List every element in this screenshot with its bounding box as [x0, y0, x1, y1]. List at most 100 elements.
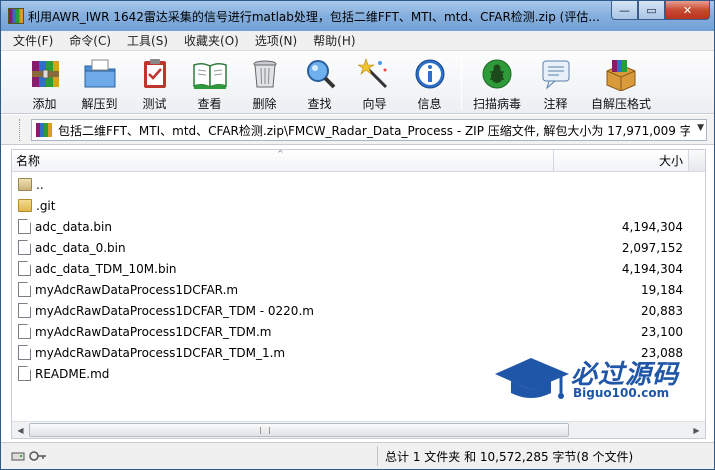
wizard-wand-icon	[357, 56, 393, 91]
menu-tools[interactable]: 工具(S)	[121, 32, 174, 49]
drive-icon	[11, 452, 25, 461]
file-name: ..	[36, 177, 44, 192]
column-size-label: 大小	[658, 154, 683, 168]
find-label: 查找	[307, 97, 332, 111]
parent-folder-icon	[18, 178, 32, 191]
address-path: 包括二维FFT、MTI、mtd、CFAR检测.zip\FMCW_Radar_Da…	[58, 123, 690, 138]
sfx-box-icon	[603, 56, 639, 91]
archive-icon	[36, 123, 52, 137]
file-size: 19,184	[641, 282, 683, 297]
menu-bar: 文件(F) 命令(C) 工具(S) 收藏夹(O) 选项(N) 帮助(H)	[1, 31, 714, 51]
menu-file[interactable]: 文件(F)	[7, 32, 59, 49]
close-button[interactable]: ✕	[665, 1, 710, 20]
list-header: 名称 ^ 大小	[12, 149, 705, 172]
info-label: 信息	[417, 97, 442, 111]
file-icon	[18, 324, 31, 339]
toolbar-separator	[461, 56, 462, 110]
view-button[interactable]: 查看	[182, 52, 237, 112]
wizard-button[interactable]: 向导	[347, 52, 402, 112]
file-row-git[interactable]: .git	[12, 195, 705, 216]
file-size: 20,883	[641, 303, 683, 318]
horizontal-scrollbar[interactable]: ◀ ▶	[12, 421, 705, 438]
file-icon	[18, 366, 31, 381]
file-icon	[18, 219, 31, 234]
address-dropdown-icon[interactable]: ▼	[697, 123, 704, 133]
info-icon	[412, 56, 448, 91]
add-archive-icon	[27, 56, 63, 91]
scroll-thumb[interactable]	[29, 423, 569, 437]
column-header-size[interactable]: 大小	[554, 150, 687, 171]
file-icon	[18, 240, 31, 255]
test-clipboard-icon	[137, 56, 173, 91]
delete-button[interactable]: 删除	[237, 52, 292, 112]
extract-folder-icon	[82, 56, 118, 91]
file-rows: .. .git adc_data.bin 4,194,304 adc_data_…	[12, 174, 705, 384]
title-bar[interactable]: 利用AWR_IWR 1642雷达采集的信号进行matlab处理，包括二维FFT、…	[1, 1, 714, 31]
test-button[interactable]: 测试	[127, 52, 182, 112]
graduation-cap-icon	[495, 358, 569, 399]
file-row[interactable]: adc_data_TDM_10M.bin 4,194,304	[12, 258, 705, 279]
comment-icon	[538, 56, 574, 91]
virus-scan-button[interactable]: 扫描病毒	[466, 52, 528, 112]
delete-label: 删除	[252, 97, 277, 111]
menu-help[interactable]: 帮助(H)	[307, 32, 361, 49]
file-name: adc_data.bin	[35, 219, 112, 234]
file-icon	[18, 261, 31, 276]
vertical-scrollbar-corner	[688, 150, 705, 171]
window-title: 利用AWR_IWR 1642雷达采集的信号进行matlab处理，包括二维FFT、…	[28, 9, 600, 24]
menu-options[interactable]: 选项(N)	[249, 32, 303, 49]
file-row[interactable]: myAdcRawDataProcess1DCFAR_TDM.m 23,100	[12, 321, 705, 342]
file-name: myAdcRawDataProcess1DCFAR_TDM - 0220.m	[35, 303, 314, 318]
sfx-button[interactable]: 自解压格式	[583, 52, 659, 112]
comment-button[interactable]: 注释	[528, 52, 583, 112]
folder-icon	[18, 199, 32, 212]
sfx-label: 自解压格式	[590, 97, 651, 111]
info-button[interactable]: 信息	[402, 52, 457, 112]
scroll-left-icon[interactable]: ◀	[12, 422, 29, 438]
menu-command[interactable]: 命令(C)	[63, 32, 117, 49]
file-icon	[18, 303, 31, 318]
scroll-right-icon[interactable]: ▶	[688, 422, 705, 438]
watermark-logo: 必过源码 Biguo100.com	[493, 354, 693, 406]
file-icon	[18, 282, 31, 297]
address-grip	[19, 119, 23, 141]
file-name: adc_data_TDM_10M.bin	[35, 261, 177, 276]
winrar-app-icon	[8, 8, 24, 24]
toolbar: 添加 解压到 测试 查看 删除 查找 向导 信息 扫描病毒 注释 自解压格式	[1, 52, 714, 114]
file-row[interactable]: adc_data.bin 4,194,304	[12, 216, 705, 237]
virus-scan-label: 扫描病毒	[472, 97, 521, 111]
extract-to-label: 解压到	[81, 97, 118, 111]
minimize-button[interactable]: —	[611, 1, 638, 20]
file-row[interactable]: adc_data_0.bin 2,097,152	[12, 237, 705, 258]
key-icon	[29, 451, 46, 461]
file-size: 4,194,304	[621, 219, 683, 234]
file-name: myAdcRawDataProcess1DCFAR_TDM_1.m	[35, 345, 286, 360]
maximize-button[interactable]: ▭	[638, 1, 665, 20]
file-row[interactable]: myAdcRawDataProcess1DCFAR_TDM - 0220.m 2…	[12, 300, 705, 321]
sort-ascending-icon: ^	[277, 149, 284, 158]
menu-favorites[interactable]: 收藏夹(O)	[178, 32, 245, 49]
comment-label: 注释	[543, 97, 568, 111]
file-name: myAdcRawDataProcess1DCFAR.m	[35, 282, 239, 297]
file-row-parent[interactable]: ..	[12, 174, 705, 195]
address-path-field[interactable]: 包括二维FFT、MTI、mtd、CFAR检测.zip\FMCW_Radar_Da…	[31, 119, 707, 141]
find-button[interactable]: 查找	[292, 52, 347, 112]
add-button[interactable]: 添加	[17, 52, 72, 112]
wizard-label: 向导	[362, 97, 387, 111]
file-name: adc_data_0.bin	[35, 240, 126, 255]
column-header-name[interactable]: 名称 ^	[12, 149, 554, 171]
file-icon	[18, 345, 31, 360]
magnifier-icon	[302, 56, 338, 91]
file-row[interactable]: myAdcRawDataProcess1DCFAR.m 19,184	[12, 279, 705, 300]
window-controls: — ▭ ✕	[611, 1, 710, 20]
column-name-label: 名称	[16, 154, 41, 168]
address-bar: 包括二维FFT、MTI、mtd、CFAR检测.zip\FMCW_Radar_Da…	[1, 115, 714, 145]
status-icons	[11, 449, 47, 463]
status-divider	[377, 446, 378, 466]
status-bar: 总计 1 文件夹 和 10,572,285 字节(8 个文件)	[1, 442, 714, 469]
extract-to-button[interactable]: 解压到	[72, 52, 127, 112]
status-summary: 总计 1 文件夹 和 10,572,285 字节(8 个文件)	[385, 450, 634, 464]
watermark-url: Biguo100.com	[573, 386, 670, 400]
file-name: .git	[36, 198, 56, 213]
winrar-window: 利用AWR_IWR 1642雷达采集的信号进行matlab处理，包括二维FFT、…	[0, 0, 715, 470]
